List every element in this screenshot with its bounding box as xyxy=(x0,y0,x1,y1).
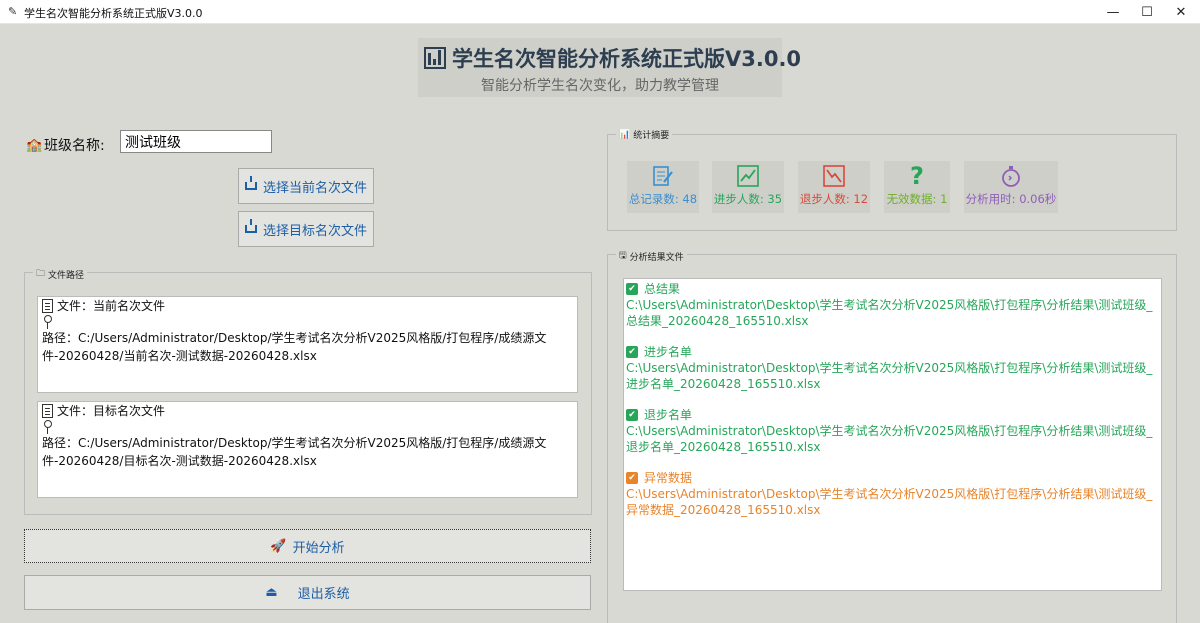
result-path[interactable]: C:\Users\Administrator\Desktop\学生考试名次分析V… xyxy=(626,297,1161,329)
eject-icon: ⏏ xyxy=(265,585,278,600)
analysis-results-legend: 🖫 分析结果文件 xyxy=(616,248,687,264)
result-path[interactable]: C:\Users\Administrator\Desktop\学生考试名次分析V… xyxy=(626,486,1161,518)
close-button[interactable]: ✕ xyxy=(1158,0,1200,24)
select-current-file-button[interactable]: 选择当前名次文件 xyxy=(238,168,374,204)
folder-icon: 🗀 xyxy=(36,269,46,279)
page-subtitle: 智能分析学生名次变化，助力教学管理 xyxy=(481,78,719,94)
exit-system-label: 退出系统 xyxy=(297,587,350,602)
stat-declined-label: 退步人数: 12 xyxy=(799,192,869,206)
stat-invalid: ? 无效数据: 1 xyxy=(884,161,950,213)
class-name-input[interactable] xyxy=(120,130,272,153)
result-name: 异常数据 xyxy=(644,471,693,485)
result-item-invalid: ✔ 异常数据 C:\Users\Administrator\Desktop\学生考… xyxy=(626,470,1161,518)
stat-total-label: 总记录数: 48 xyxy=(628,192,698,206)
exit-system-button[interactable]: ⏏ 退出系统 xyxy=(24,575,591,610)
result-path[interactable]: C:\Users\Administrator\Desktop\学生考试名次分析V… xyxy=(626,360,1161,392)
document-icon xyxy=(42,404,53,418)
result-item-declined: ✔ 退步名单 C:\Users\Administrator\Desktop\学生考… xyxy=(626,407,1161,455)
stat-improved-label: 进步人数: 35 xyxy=(713,192,783,206)
stat-invalid-label: 无效数据: 1 xyxy=(886,192,948,206)
stats-summary-group: 📊 统计摘要 总记录数: 48 进步人数: 35 退步人数: 12 ? 无效数据… xyxy=(607,128,1177,231)
window-titlebar: ✎ 学生名次智能分析系统正式版V3.0.0 — ☐ ✕ xyxy=(0,0,1200,24)
target-file-info: 文件：目标名次文件 路径：C:/Users/Administrator/Desk… xyxy=(37,401,578,498)
check-icon: ✔ xyxy=(626,472,638,484)
page-title: 学生名次智能分析系统正式版V3.0.0 xyxy=(452,47,802,71)
stat-time: 分析用时: 0.06秒 xyxy=(964,161,1058,213)
upload-icon xyxy=(244,176,257,190)
bar-chart-icon xyxy=(424,47,446,69)
result-name: 总结果 xyxy=(644,282,681,296)
upload-icon xyxy=(244,219,257,233)
stat-improved: 进步人数: 35 xyxy=(712,161,784,213)
target-file-name: 文件：目标名次文件 xyxy=(57,404,166,418)
stat-time-label: 分析用时: 0.06秒 xyxy=(965,192,1057,206)
result-item-summary: ✔ 总结果 C:\Users\Administrator\Desktop\学生考试… xyxy=(626,281,1161,329)
app-client-area: 学生名次智能分析系统正式版V3.0.0 智能分析学生名次变化，助力教学管理 🏫 … xyxy=(0,24,1200,623)
stat-declined: 退步人数: 12 xyxy=(798,161,870,213)
window-title: 学生名次智能分析系统正式版V3.0.0 xyxy=(24,7,203,20)
rocket-icon: 🚀 xyxy=(270,538,287,554)
results-list[interactable]: ✔ 总结果 C:\Users\Administrator\Desktop\学生考试… xyxy=(623,278,1162,591)
left-panel: 🏫 班级名称: 选择当前名次文件 选择目标名次文件 🗀 文件路径 文件：当前名次… xyxy=(16,122,600,619)
result-item-improved: ✔ 进步名单 C:\Users\Administrator\Desktop\学生考… xyxy=(626,344,1161,392)
class-name-label: 班级名称: xyxy=(44,138,105,154)
building-icon: 🏫 xyxy=(26,138,43,153)
result-name: 退步名单 xyxy=(644,408,693,422)
check-icon: ✔ xyxy=(626,346,638,358)
check-icon: ✔ xyxy=(626,409,638,421)
trend-down-icon xyxy=(798,161,870,191)
current-file-info: 文件：当前名次文件 路径：C:/Users/Administrator/Desk… xyxy=(37,296,578,393)
stat-total-records: 总记录数: 48 xyxy=(627,161,699,213)
result-name: 进步名单 xyxy=(644,345,693,359)
document-icon xyxy=(42,299,53,313)
edit-document-icon xyxy=(627,161,699,191)
key-icon xyxy=(44,315,52,329)
current-file-path: 路径：C:/Users/Administrator/Desktop/学生考试名次… xyxy=(42,331,547,363)
trend-up-icon xyxy=(712,161,784,191)
app-header: 学生名次智能分析系统正式版V3.0.0 智能分析学生名次变化，助力教学管理 xyxy=(418,38,801,97)
check-icon: ✔ xyxy=(626,283,638,295)
stats-summary-legend: 📊 统计摘要 xyxy=(616,128,673,141)
select-target-file-button[interactable]: 选择目标名次文件 xyxy=(238,211,374,247)
current-file-name: 文件：当前名次文件 xyxy=(57,299,166,313)
feather-icon: ✎ xyxy=(8,5,18,18)
key-icon xyxy=(44,420,52,434)
file-path-group: 🗀 文件路径 文件：当前名次文件 路径：C:/Users/Administrat… xyxy=(24,266,592,515)
save-icon: 🖫 xyxy=(619,251,627,261)
target-file-path: 路径：C:/Users/Administrator/Desktop/学生考试名次… xyxy=(42,436,547,468)
select-current-file-label: 选择当前名次文件 xyxy=(262,180,367,196)
analysis-results-group: 🖫 分析结果文件 ✔ 总结果 C:\Users\Administrator\Des… xyxy=(607,248,1177,623)
result-path[interactable]: C:\Users\Administrator\Desktop\学生考试名次分析V… xyxy=(626,423,1161,455)
start-analysis-button[interactable]: 🚀 开始分析 xyxy=(24,529,591,563)
file-path-legend: 🗀 文件路径 xyxy=(33,266,88,282)
start-analysis-label: 开始分析 xyxy=(292,540,345,556)
question-icon: ? xyxy=(910,162,924,190)
bar-chart-icon: 📊 xyxy=(619,129,631,140)
stopwatch-icon xyxy=(964,161,1058,191)
select-target-file-label: 选择目标名次文件 xyxy=(262,223,367,239)
